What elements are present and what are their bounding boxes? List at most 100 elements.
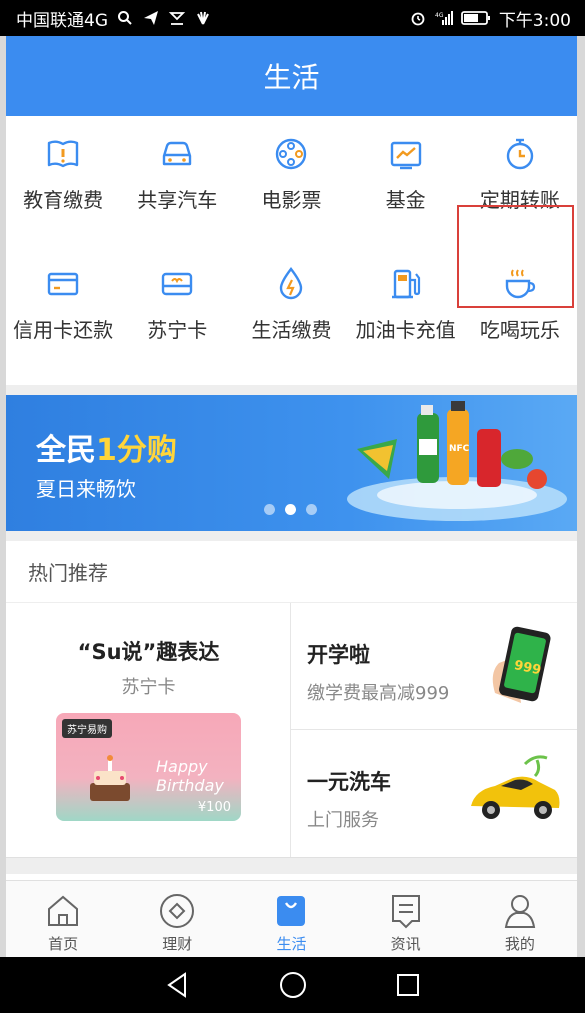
- promo-title: 一元洗车: [307, 770, 391, 794]
- service-label: 教育缴费: [23, 188, 104, 212]
- tab-news[interactable]: 资讯: [349, 881, 463, 957]
- finance-icon: [157, 891, 197, 931]
- service-item-fund[interactable]: 基金: [349, 134, 463, 213]
- right-edge: [577, 36, 585, 957]
- news-icon: [386, 891, 426, 931]
- phone-hand-image: 999: [492, 626, 551, 703]
- status-right: 4G 下午3:00: [409, 6, 571, 31]
- back-nav-icon[interactable]: [163, 970, 193, 1000]
- system-nav-bar: [0, 957, 585, 1013]
- service-item-scheduled-transfer[interactable]: 定期转账: [463, 134, 577, 213]
- card-brand: 苏宁易购: [62, 719, 112, 738]
- banner-title-prefix: 全民: [36, 433, 96, 468]
- home-icon: [43, 891, 83, 931]
- promo-back-to-school[interactable]: 开学啦 缴学费最高减999 999: [291, 603, 577, 730]
- tab-label: 我的: [504, 935, 535, 953]
- promo-subtitle: 缴学费最高减999: [307, 683, 450, 704]
- carrier-group: 中国联通4G: [16, 6, 212, 31]
- chart-card-icon: [386, 134, 426, 174]
- banner-dot[interactable]: [264, 504, 275, 515]
- tab-life[interactable]: 生活: [234, 881, 348, 957]
- service-label: 信用卡还款: [13, 318, 114, 342]
- drinks-splash-image: NFC: [347, 401, 567, 521]
- promo-banner[interactable]: 全民1分购 夏日来畅饮 NFC: [6, 395, 577, 531]
- service-label: 苏宁卡: [147, 318, 208, 342]
- svg-text:4G: 4G: [435, 12, 444, 19]
- water-drop-icon: [271, 264, 311, 304]
- service-item-fuel-card[interactable]: 加油卡充值: [349, 264, 463, 343]
- page-title: 生活: [263, 61, 320, 94]
- service-row-1: 教育缴费 共享汽车 电影票 基金 定期转账: [6, 134, 577, 213]
- page-header: 生活: [6, 36, 577, 116]
- home-nav-icon[interactable]: [278, 970, 308, 1000]
- service-grid: 教育缴费 共享汽车 电影票 基金 定期转账 信用卡还款 苏宁卡 生活缴费 加油卡…: [6, 116, 577, 456]
- service-label: 生活缴费: [251, 318, 332, 342]
- section-gap: [6, 385, 577, 395]
- send-icon: [142, 10, 160, 26]
- film-reel-icon: [271, 134, 311, 174]
- car-icon: [157, 134, 197, 174]
- highlight-box: [457, 205, 574, 308]
- carrier-text: 中国联通4G: [16, 10, 108, 31]
- cake-image: [90, 755, 130, 801]
- tab-label: 资讯: [390, 935, 421, 953]
- service-label: 吃喝玩乐: [479, 318, 560, 342]
- yellow-car-image: [471, 755, 560, 819]
- profile-icon: [500, 891, 540, 931]
- banner-title-highlight: 1分购: [96, 433, 177, 468]
- recommend-grid: “Su说”趣表达 苏宁卡 苏宁易购 Happy Birthday ¥100 开学…: [6, 603, 577, 857]
- banner-dot[interactable]: [285, 504, 296, 515]
- promo-title: 开学啦: [307, 643, 370, 667]
- life-bag-icon: [271, 891, 311, 931]
- status-bar: 中国联通4G 4G 下午3:00: [0, 0, 585, 36]
- banner-subtitle: 夏日来畅饮: [36, 477, 136, 501]
- signal-icon: 4G: [435, 10, 453, 26]
- service-item-car-share[interactable]: 共享汽车: [120, 134, 234, 213]
- promo-subtitle: 上门服务: [307, 810, 379, 831]
- banner-title: 全民1分购: [36, 425, 177, 469]
- tab-label: 首页: [48, 935, 79, 953]
- tab-label: 理财: [162, 935, 193, 953]
- bottom-tab-bar: 首页 理财 生活 资讯 我的: [6, 880, 577, 957]
- app-screen: 生活 教育缴费 共享汽车 电影票 基金 定期转账 信用卡还款 苏宁卡 生活缴费 …: [6, 36, 577, 957]
- promo-title: “Su说”趣表达: [77, 640, 220, 664]
- notification-icon: [168, 10, 186, 26]
- promo-subtitle: 苏宁卡: [121, 677, 176, 698]
- credit-card-icon: [43, 264, 83, 304]
- tab-profile[interactable]: 我的: [463, 881, 577, 957]
- promo-car-wash[interactable]: 一元洗车 上门服务: [291, 730, 577, 857]
- card-text: Happy Birthday: [156, 757, 224, 795]
- clock-text: 下午3:00: [498, 10, 571, 31]
- timer-icon: [500, 134, 540, 174]
- section-gap: [6, 857, 577, 874]
- section-gap: [6, 531, 577, 541]
- service-label: 基金: [385, 188, 426, 212]
- promo-suning-card[interactable]: “Su说”趣表达 苏宁卡 苏宁易购 Happy Birthday ¥100: [6, 603, 291, 857]
- service-item-utilities[interactable]: 生活缴费: [234, 264, 348, 343]
- search-icon: [116, 10, 134, 26]
- tab-finance[interactable]: 理财: [120, 881, 234, 957]
- service-item-education[interactable]: 教育缴费: [6, 134, 120, 213]
- tab-home[interactable]: 首页: [6, 881, 120, 957]
- book-alert-icon: [43, 134, 83, 174]
- service-item-suning-card[interactable]: 苏宁卡: [120, 264, 234, 343]
- section-title-recommend: 热门推荐: [6, 541, 577, 603]
- card-amount: ¥100: [197, 800, 231, 815]
- alarm-icon: [409, 10, 427, 26]
- service-item-movie[interactable]: 电影票: [234, 134, 348, 213]
- service-item-credit-card[interactable]: 信用卡还款: [6, 264, 120, 343]
- huawei-icon: [194, 10, 212, 26]
- suning-card-icon: [157, 264, 197, 304]
- service-label: 加油卡充值: [355, 318, 456, 342]
- battery-icon: [460, 10, 491, 26]
- fuel-pump-icon: [386, 264, 426, 304]
- svg-text:NFC: NFC: [449, 444, 470, 454]
- banner-dot[interactable]: [306, 504, 317, 515]
- service-label: 共享汽车: [137, 188, 218, 212]
- tab-label: 生活: [276, 935, 307, 953]
- recents-nav-icon[interactable]: [393, 970, 423, 1000]
- service-label: 电影票: [261, 188, 322, 212]
- gift-card-image: 苏宁易购 Happy Birthday ¥100: [56, 713, 241, 821]
- banner-page-indicator: [264, 504, 317, 515]
- promo-right-column: 开学啦 缴学费最高减999 999 一元洗车 上门服务: [291, 603, 577, 857]
